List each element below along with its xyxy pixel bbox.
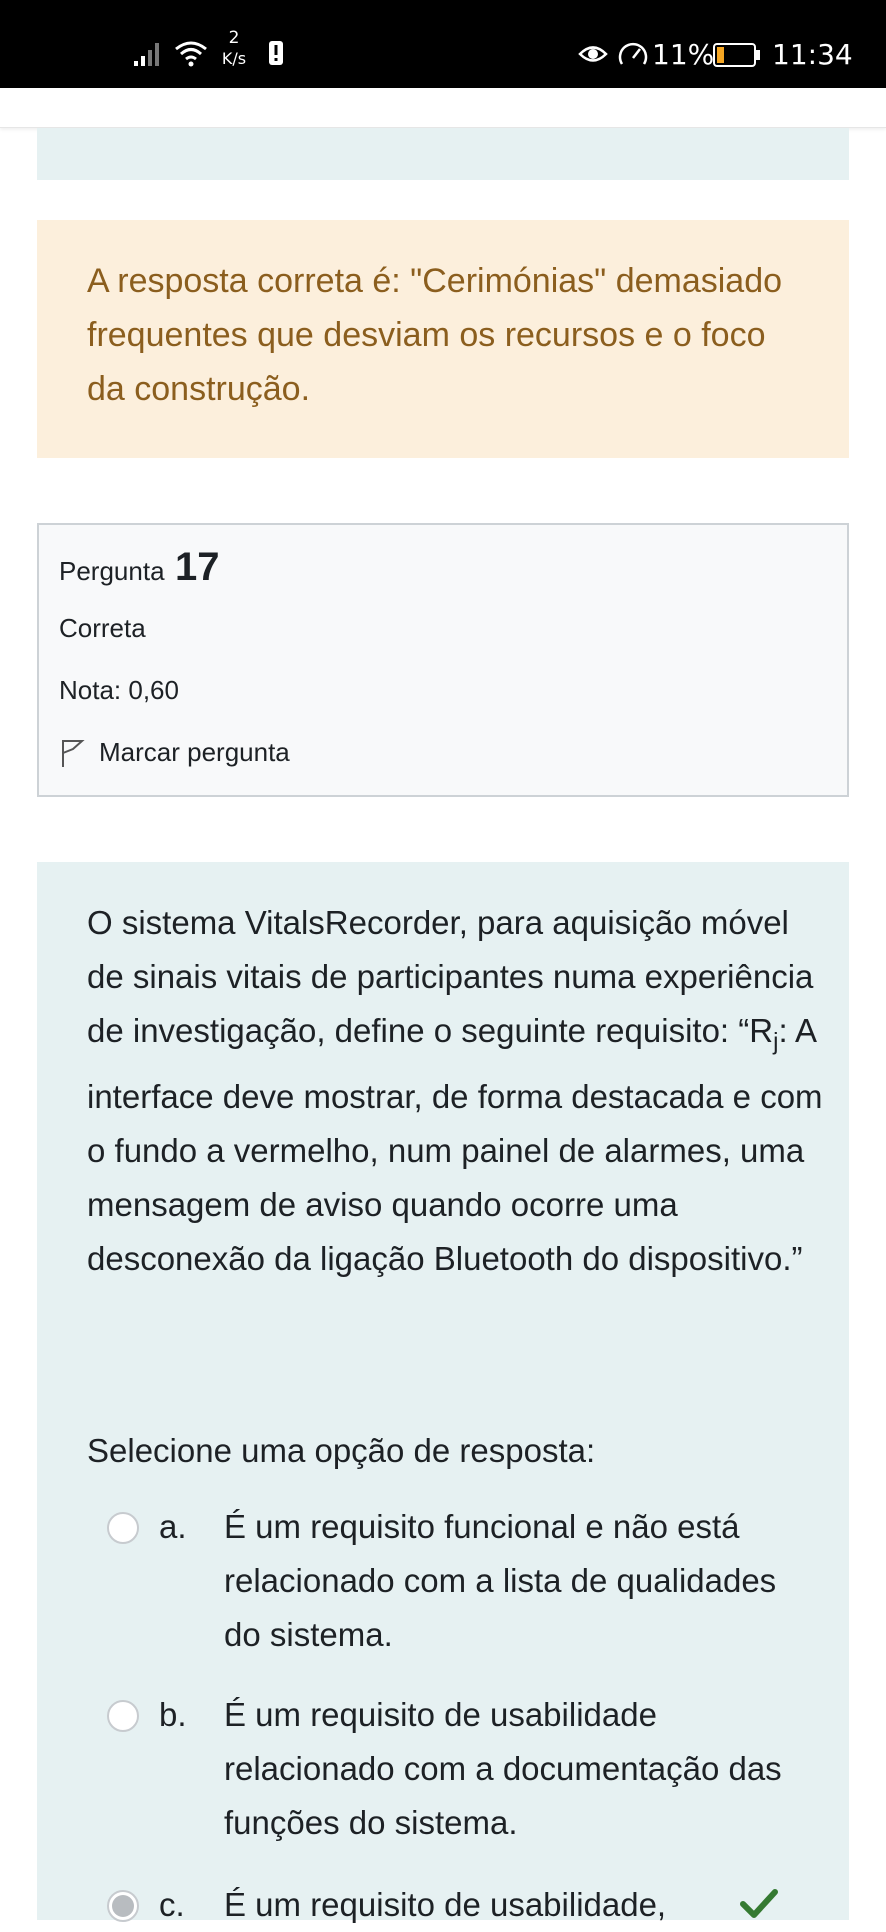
wifi-icon	[175, 41, 207, 67]
answer-radio-c[interactable]	[107, 1890, 139, 1922]
answer-letter-c: c.	[159, 1886, 185, 1923]
clock-time: 11:34	[772, 38, 853, 71]
alert-notification-icon	[269, 41, 283, 65]
correct-answer-feedback: A resposta correta é: "Cerimónias" demas…	[37, 220, 849, 458]
question-text-start: O sistema VitalsRecorder, para aquisição…	[87, 904, 814, 1049]
answer-prompt: Selecione uma opção de resposta:	[87, 1432, 596, 1469]
question-text: O sistema VitalsRecorder, para aquisição…	[87, 896, 827, 1286]
question-number: 17	[174, 545, 220, 589]
power-saving-icon	[618, 42, 648, 65]
question-grade: Nota: 0,60	[59, 675, 179, 705]
question-label: Pergunta	[59, 556, 165, 586]
network-speed-value: 2	[228, 28, 240, 48]
answer-radio-b[interactable]	[107, 1700, 139, 1732]
top-bar	[0, 88, 886, 128]
question-state: Correta	[59, 613, 146, 643]
previous-question-content-end	[37, 128, 849, 180]
feedback-text: A resposta correta é: "Cerimónias" demas…	[87, 262, 783, 408]
answer-letter-b: b.	[159, 1696, 187, 1733]
battery-percent: 11%	[652, 38, 715, 71]
flag-question-label: Marcar pergunta	[99, 737, 290, 767]
question-info-box: Pergunta 17 Correta Nota: 0,60 Marcar pe…	[37, 523, 849, 797]
answer-text-c: É um requisito de usabilidade,	[224, 1886, 667, 1923]
question-content: O sistema VitalsRecorder, para aquisição…	[37, 862, 849, 1923]
eye-comfort-icon	[578, 46, 608, 62]
answer-text-a: É um requisito funcional e não está rela…	[224, 1508, 777, 1653]
answer-radio-a[interactable]	[107, 1512, 139, 1544]
status-bar: 2 K/s 11% 11:34	[0, 0, 886, 88]
answer-option-c[interactable]: c. É um requisito de usabilidade,	[107, 1878, 827, 1923]
flag-icon	[62, 739, 85, 767]
network-speed: 2 K/s	[216, 30, 252, 67]
question-title: Pergunta 17	[59, 545, 219, 590]
answer-text-b: É um requisito de usabilidade relacionad…	[224, 1696, 782, 1841]
correct-check-icon	[740, 1889, 778, 1918]
answer-option-b[interactable]: b. É um requisito de usabilidade relacio…	[107, 1688, 827, 1841]
battery-icon	[713, 43, 760, 67]
answer-letter-a: a.	[159, 1508, 187, 1545]
network-speed-unit: K/s	[221, 49, 247, 68]
flag-question-button[interactable]: Marcar pergunta	[59, 737, 290, 768]
answer-option-a[interactable]: a. É um requisito funcional e não está r…	[107, 1500, 827, 1653]
signal-strength-icon	[134, 43, 159, 66]
question-text-end: : A interface deve mostrar, de forma des…	[87, 1012, 823, 1277]
